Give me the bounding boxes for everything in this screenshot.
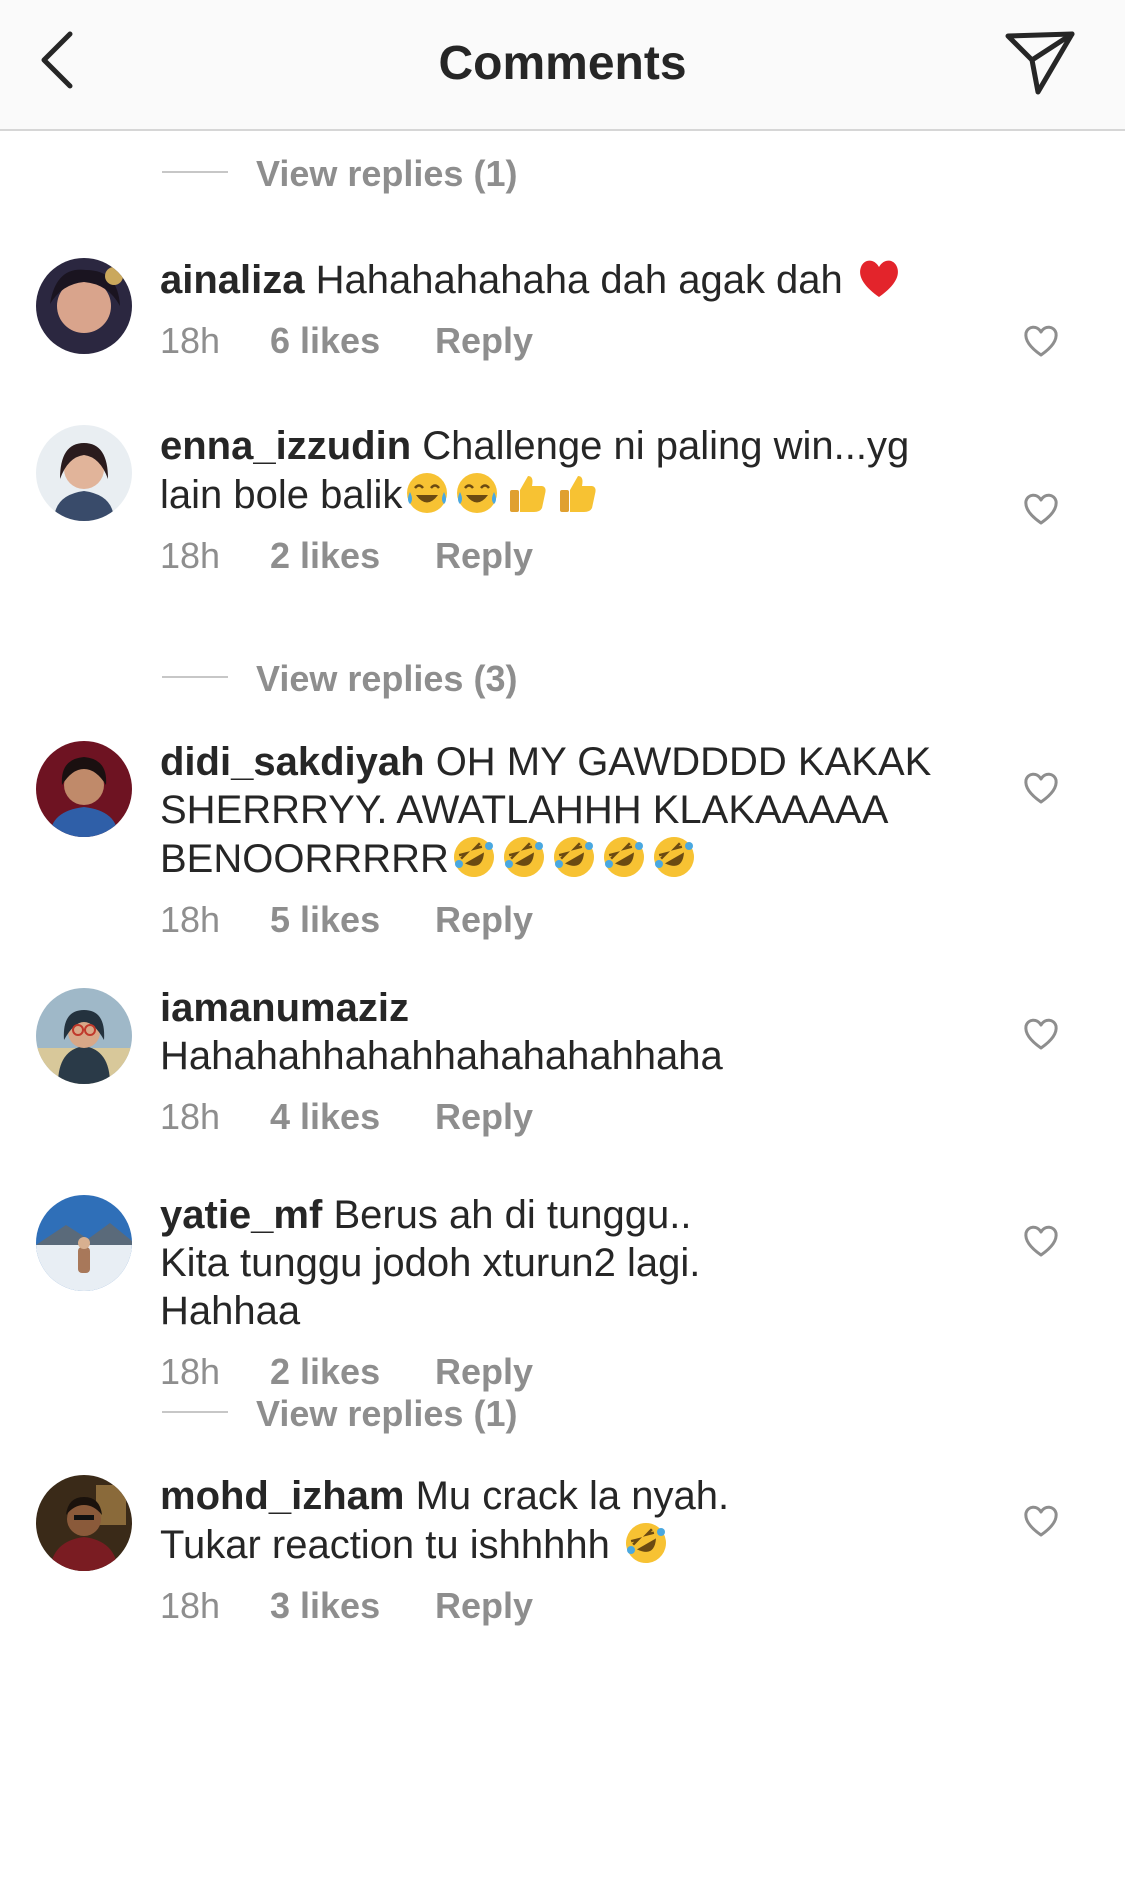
heart-outline-icon — [1024, 772, 1058, 804]
comment-item: mohd_izham Mu crack la nyah. Tukar react… — [0, 1467, 1125, 1647]
comment-likes[interactable]: 6 likes — [270, 320, 435, 362]
comment-likes[interactable]: 5 likes — [270, 899, 435, 941]
view-replies-row[interactable]: View replies (1) — [0, 1373, 1125, 1467]
reply-button[interactable]: Reply — [435, 899, 533, 941]
heart-outline-icon — [1024, 493, 1058, 525]
rofl-emoji-icon — [651, 834, 697, 880]
heart-outline-icon — [1024, 325, 1058, 357]
tears-of-joy-emoji-icon — [454, 470, 500, 516]
comments-list: View replies (1) ainaliza Hahahahahaha d… — [0, 133, 1125, 1647]
replies-divider-line — [162, 171, 228, 173]
replies-divider-line — [162, 1411, 228, 1413]
comment-username[interactable]: enna_izzudin — [160, 424, 411, 468]
comment-username[interactable]: didi_sakdiyah — [160, 740, 425, 784]
paper-plane-icon — [1005, 31, 1075, 95]
share-button[interactable] — [1004, 28, 1076, 98]
comment-username[interactable]: mohd_izham — [160, 1474, 404, 1518]
like-button[interactable] — [1022, 1223, 1060, 1259]
rofl-emoji-icon — [551, 834, 597, 880]
comment-likes[interactable]: 2 likes — [270, 535, 435, 577]
comment-item: ainaliza Hahahahahaha dah agak dah 18h 6… — [0, 213, 1125, 413]
tears-of-joy-emoji-icon — [404, 470, 450, 516]
rofl-emoji-icon — [623, 1520, 669, 1566]
comment-body: ainaliza Hahahahahaha dah agak dah 18h 6… — [160, 255, 960, 362]
comment-likes[interactable]: 3 likes — [270, 1585, 435, 1627]
comment-text: mohd_izham Mu crack la nyah. Tukar react… — [160, 1472, 800, 1569]
comment-text: iamanumaziz Hahahahhahahhahahahahhaha — [160, 984, 960, 1080]
comment-username[interactable]: iamanumaziz — [160, 984, 960, 1032]
comment-body: iamanumaziz Hahahahhahahhahahahahhaha 18h… — [160, 984, 960, 1138]
rofl-emoji-icon — [501, 834, 547, 880]
comment-item: iamanumaziz Hahahahhahahhahahahahhaha 18h… — [0, 978, 1125, 1185]
avatar[interactable] — [36, 258, 132, 354]
comment-meta: 18h 3 likes Reply — [160, 1585, 960, 1627]
like-button[interactable] — [1022, 1503, 1060, 1539]
comment-body: yatie_mf Berus ah di tunggu.. Kita tungg… — [160, 1191, 960, 1393]
reply-button[interactable]: Reply — [435, 535, 533, 577]
comment-text: didi_sakdiyah OH MY GAWDDDD KAKAK SHERRR… — [160, 738, 950, 883]
comment-text: ainaliza Hahahahahaha dah agak dah — [160, 255, 960, 304]
avatar[interactable] — [36, 425, 132, 521]
comment-meta: 18h 5 likes Reply — [160, 899, 960, 941]
comment-timestamp: 18h — [160, 1096, 221, 1137]
comment-item: enna_izzudin Challenge ni paling win...y… — [0, 413, 1125, 638]
comment-username[interactable]: ainaliza — [160, 258, 305, 302]
comment-timestamp: 18h — [160, 535, 221, 576]
comment-body: enna_izzudin Challenge ni paling win...y… — [160, 422, 960, 577]
comment-item: yatie_mf Berus ah di tunggu.. Kita tungg… — [0, 1185, 1125, 1392]
heart-outline-icon — [1024, 1018, 1058, 1050]
comment-text: yatie_mf Berus ah di tunggu.. Kita tungg… — [160, 1191, 760, 1335]
heart-emoji-icon — [856, 255, 902, 301]
view-replies-row[interactable]: View replies (3) — [0, 638, 1125, 732]
heart-outline-icon — [1024, 1225, 1058, 1257]
reply-button[interactable]: Reply — [435, 1096, 533, 1138]
rofl-emoji-icon — [601, 834, 647, 880]
comment-username[interactable]: yatie_mf — [160, 1193, 322, 1237]
view-replies-link[interactable]: View replies (1) — [256, 1393, 517, 1435]
like-button[interactable] — [1022, 491, 1060, 527]
comment-meta: 18h 4 likes Reply — [160, 1096, 960, 1138]
comment-message: Hahahahhahahhahahahahhaha — [160, 1034, 723, 1078]
comment-timestamp: 18h — [160, 899, 221, 940]
view-replies-row[interactable]: View replies (1) — [0, 133, 1125, 213]
comment-body: didi_sakdiyah OH MY GAWDDDD KAKAK SHERRR… — [160, 738, 960, 941]
comment-body: mohd_izham Mu crack la nyah. Tukar react… — [160, 1472, 960, 1627]
view-replies-link[interactable]: View replies (3) — [256, 658, 517, 700]
like-button[interactable] — [1022, 323, 1060, 359]
page-title: Comments — [438, 37, 687, 90]
comment-meta: 18h 2 likes Reply — [160, 535, 960, 577]
thumbs-up-emoji-icon — [504, 470, 550, 516]
view-replies-link[interactable]: View replies (1) — [256, 153, 517, 195]
avatar[interactable] — [36, 1195, 132, 1291]
avatar[interactable] — [36, 741, 132, 837]
comment-meta: 18h 6 likes Reply — [160, 320, 960, 362]
like-button[interactable] — [1022, 1016, 1060, 1052]
avatar[interactable] — [36, 988, 132, 1084]
comment-timestamp: 18h — [160, 320, 221, 361]
reply-button[interactable]: Reply — [435, 320, 533, 362]
top-bar: Comments — [0, 0, 1125, 131]
like-button[interactable] — [1022, 770, 1060, 806]
reply-button[interactable]: Reply — [435, 1585, 533, 1627]
thumbs-up-emoji-icon — [554, 470, 600, 516]
comment-text: enna_izzudin Challenge ni paling win...y… — [160, 422, 960, 519]
avatar[interactable] — [36, 1475, 132, 1571]
rofl-emoji-icon — [451, 834, 497, 880]
comment-likes[interactable]: 4 likes — [270, 1096, 435, 1138]
comment-timestamp: 18h — [160, 1585, 221, 1626]
comment-item: didi_sakdiyah OH MY GAWDDDD KAKAK SHERRR… — [0, 732, 1125, 978]
heart-outline-icon — [1024, 1505, 1058, 1537]
replies-divider-line — [162, 676, 228, 678]
comment-message: Hahahahahaha dah agak dah — [315, 258, 843, 302]
